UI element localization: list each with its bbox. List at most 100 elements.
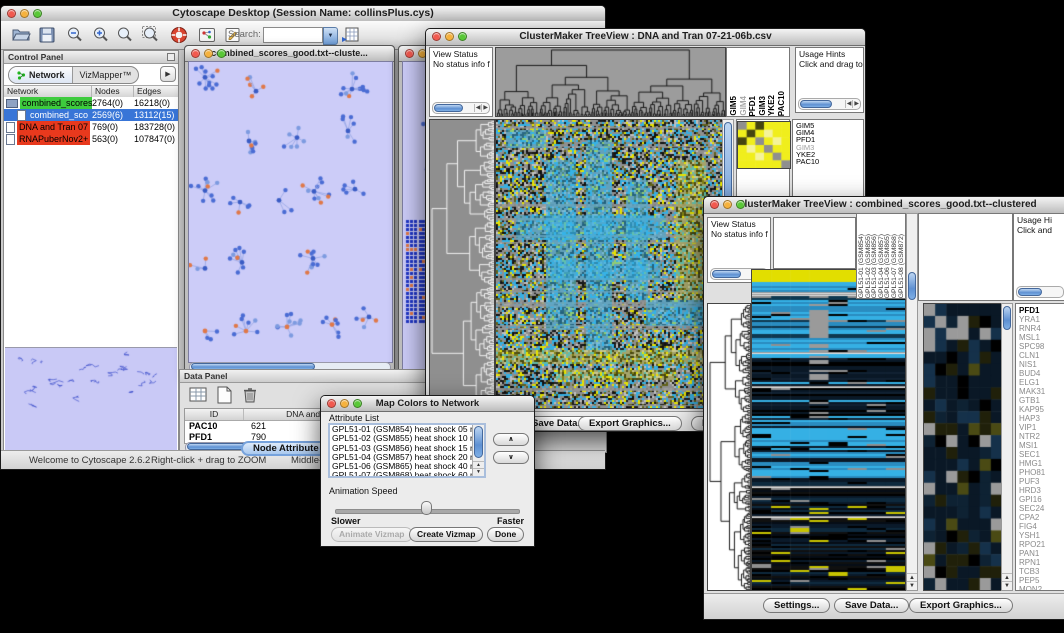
network-view-titlebar[interactable]: combined_scores_good.txt--cluste... [185,46,394,62]
usage-hints-text: Click and drag to [799,60,863,70]
row-dendrogram[interactable] [707,303,751,591]
import-table-icon[interactable] [341,25,363,45]
scrollbar-thumb[interactable] [434,104,463,112]
dialog-titlebar[interactable]: Map Colors to Network [321,396,534,412]
treeview1-titlebar[interactable]: ClusterMaker TreeView : DNA and Tran 07-… [426,29,865,46]
close-button[interactable] [191,49,200,58]
move-down-button[interactable]: ∨ [493,451,529,464]
network-view-window: combined_scores_good.txt--cluste... [184,45,395,376]
column-header-edges[interactable]: Edges [134,86,178,97]
close-button[interactable] [327,399,336,408]
network-tree-row[interactable]: combined_sco2569(6)13112(15) [4,109,178,121]
zoom-out-icon[interactable] [65,25,87,45]
global-heatmap[interactable] [751,269,906,591]
treeview1-title: ClusterMaker TreeView : DNA and Tran 07-… [426,29,865,45]
scrollbar-thumb[interactable] [1018,288,1042,296]
float-panel-icon[interactable] [167,53,175,61]
close-button[interactable] [432,32,441,41]
row-label: NTR2 [1019,432,1064,441]
scrollbar-thumb[interactable] [800,100,832,108]
create-vizmap-button[interactable]: Create Vizmap [409,527,483,542]
zoom-fit-icon[interactable] [115,25,137,45]
global-heatmap[interactable] [495,119,723,409]
network-tree-row[interactable]: DNA and Tran 07769(0)183728(0) [4,121,178,133]
list-vscrollbar[interactable]: ▲ ▼ [472,425,484,476]
zoom-selected-icon[interactable] [141,25,163,45]
animate-vizmap-button[interactable]: Animate Vizmap [331,527,413,542]
attribute-item[interactable]: GPL51-07 (GSM868) heat shock 60 min [330,471,484,478]
scroll-right-icon[interactable]: ▶ [481,104,489,112]
treeview-window-combined: ClusterMaker TreeView : combined_scores_… [703,196,1064,620]
network-canvas[interactable] [188,61,393,363]
minimize-button[interactable] [204,49,213,58]
minimize-button[interactable] [445,32,454,41]
close-button[interactable] [405,49,414,58]
scrollbar-thumb[interactable] [474,426,483,458]
scrollbar-thumb[interactable] [712,270,741,278]
speed-slider-thumb[interactable] [421,501,432,515]
network-modification-icon[interactable] [197,25,219,45]
scroll-down-icon[interactable]: ▼ [473,468,484,476]
search-dropdown-icon[interactable]: ▼ [323,27,338,45]
minimize-button[interactable] [340,399,349,408]
tab-vizmapper[interactable]: VizMapper™ [72,67,139,83]
new-attribute-icon[interactable] [214,385,234,405]
attribute-select-icon[interactable] [188,385,208,405]
column-header-nodes[interactable]: Nodes [92,86,134,97]
minimize-button[interactable] [723,200,732,209]
status-hscrollbar[interactable]: ◀▶ [432,102,490,114]
network-tree-row[interactable]: RNAPuberNov2+563(0)107847(0) [4,133,178,145]
network-nodes-count: 563(0) [92,133,134,145]
column-header-network[interactable]: Network [4,86,92,97]
zoom-button[interactable] [458,32,467,41]
scroll-left-icon[interactable]: ◀ [474,104,482,112]
similarity-matrix-heatmap[interactable] [737,121,791,169]
network-overview-thumbnail[interactable] [5,347,177,453]
row-dendrogram[interactable] [429,119,495,409]
scroll-down-icon[interactable]: ▼ [907,581,917,590]
treeview-button[interactable]: Settings... [763,598,830,613]
tab-network[interactable]: Network [9,67,72,83]
treeview-button[interactable]: Export Graphics... [909,598,1013,613]
scrollbar-thumb[interactable] [1003,306,1011,330]
treeview-button[interactable]: Export Graphics... [578,416,682,431]
column-header-id[interactable]: ID [185,409,244,420]
row-label: PAN1 [1019,549,1064,558]
treeview-button[interactable]: Save Data... [834,598,909,613]
minimize-button[interactable] [20,9,29,18]
row-label: CLN1 [1019,351,1064,360]
scrollbar-thumb[interactable] [908,272,916,300]
row-label: PAC10 [796,158,863,165]
zoom-in-icon[interactable] [91,25,113,45]
scroll-down-icon[interactable]: ▼ [1002,581,1012,590]
main-titlebar[interactable]: Cytoscape Desktop (Session Name: collins… [1,6,605,22]
scroll-left-icon[interactable]: ◀ [845,100,853,108]
scroll-right-icon[interactable]: ▶ [852,100,860,108]
zoom-button[interactable] [353,399,362,408]
help-lifering-icon[interactable] [169,25,191,45]
search-input[interactable] [263,27,323,43]
row-label: HAP3 [1019,414,1064,423]
close-button[interactable] [710,200,719,209]
zoom-heatmap[interactable] [923,303,1003,591]
network-tree-row[interactable]: combined_scores2764(0)16218(0) [4,97,178,109]
row-label: CPA2 [1019,513,1064,522]
hints-hscrollbar[interactable] [1016,286,1064,298]
zoom-vscrollbar[interactable]: ▲ ▼ [1001,303,1013,591]
done-button[interactable]: Done [487,527,524,542]
zoom-button[interactable] [33,9,42,18]
attribute-list[interactable]: GPL51-01 (GSM854) heat shock 05 minGPL51… [328,423,486,478]
column-dendrogram[interactable] [495,47,726,117]
heatmap-vscrollbar[interactable]: ▲ ▼ [906,213,918,591]
zoom-button[interactable] [217,49,226,58]
hints-hscrollbar[interactable]: ◀▶ [798,98,861,110]
search-combobox: ▼ [263,27,338,43]
move-up-button[interactable]: ∧ [493,433,529,446]
zoom-button[interactable] [736,200,745,209]
more-tabs-button[interactable]: ▶ [160,66,176,82]
close-button[interactable] [7,9,16,18]
delete-attribute-trash-icon[interactable] [240,385,260,405]
save-session-icon[interactable] [37,25,59,45]
treeview2-titlebar[interactable]: ClusterMaker TreeView : combined_scores_… [704,197,1064,214]
open-session-icon[interactable] [11,25,33,45]
